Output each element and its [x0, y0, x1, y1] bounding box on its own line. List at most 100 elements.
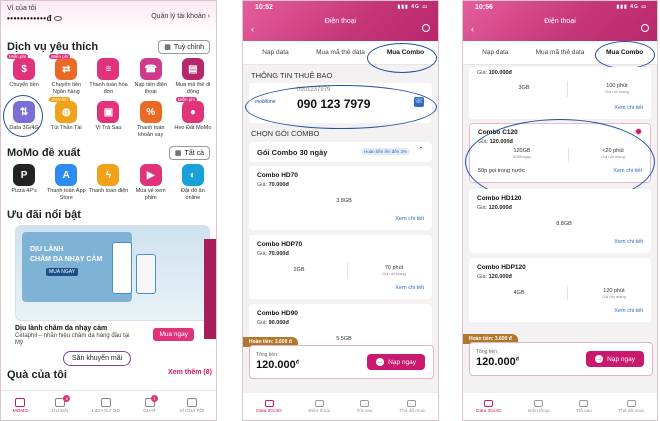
- service-item[interactable]: ▤ Mua mã thẻ di động: [172, 58, 214, 95]
- service-item[interactable]: A Thanh toán App Store: [45, 164, 87, 201]
- buy-now-button[interactable]: Mua ngay: [153, 328, 194, 341]
- service-item[interactable]: ☎ Nạp tiền điện thoại: [130, 58, 172, 95]
- service-item[interactable]: ▣ Ví Trả Sau: [87, 101, 129, 138]
- combo-card[interactable]: Combo HD70 Giá: 70.000đ 3.8GB Xem chi tiết: [249, 166, 432, 230]
- service-item[interactable]: ◐ Đặt đồ ăn online: [172, 164, 214, 201]
- highlight-circle: [367, 43, 437, 73]
- price-label: Giá:: [257, 182, 268, 188]
- combo-card-top[interactable]: Giá: 100.000đ 3GB 100 phút Gọi nội mạng X…: [469, 67, 651, 119]
- status-time: 10:56: [475, 4, 493, 11]
- chevron-up-icon[interactable]: ⌃: [418, 146, 424, 154]
- tab-mua-ma-the-data[interactable]: Mua mã thẻ data: [528, 49, 593, 56]
- eye-icon[interactable]: [54, 16, 62, 22]
- service-item[interactable]: $ Miễn phí Chuyển tiền: [3, 54, 45, 95]
- bottom-tab-label: Data 3G/4G: [256, 408, 282, 414]
- service-label: Mua mã thẻ di động: [175, 82, 211, 95]
- history-icon[interactable]: [641, 24, 649, 32]
- bottom-tab-3[interactable]: Thẻ đã mua: [399, 399, 425, 414]
- service-label: Túi Thần Tài: [50, 125, 82, 131]
- service-item[interactable]: ▶ Mua vé xem phim: [130, 164, 172, 201]
- highlight-circle: [3, 95, 43, 137]
- service-label: Chuyển tiền Ngân hàng: [51, 82, 81, 95]
- combo-group-header[interactable]: Gói Combo 30 ngày Hoàn tiền lên đến 3% ⌃: [249, 142, 432, 162]
- service-label: Nạp tiền điện thoại: [134, 82, 167, 95]
- combo-price: Giá: 100.000đ: [477, 70, 512, 76]
- bottom-tab-2[interactable]: Trả sau: [576, 399, 592, 414]
- combo-data: 3GB: [518, 85, 530, 91]
- nav-label: CHAT: [143, 408, 156, 414]
- bottom-tab-1[interactable]: Điện thoại: [528, 399, 550, 414]
- bottom-tab-3[interactable]: Thẻ đã mua: [618, 399, 644, 414]
- pay-button[interactable]: → Nạp ngay: [367, 354, 425, 370]
- promo-store-button[interactable]: Săn khuyến mãi: [63, 351, 132, 366]
- next-banner-peek[interactable]: [204, 239, 216, 339]
- bottom-tab-0[interactable]: Data 3G/4G: [256, 399, 282, 414]
- nav-item-2[interactable]: LỊCH SỬ GD: [92, 397, 120, 414]
- service-item[interactable]: ⇄ Miễn phí Chuyển tiền Ngân hàng: [45, 54, 87, 95]
- combo-name: Combo HD90: [257, 310, 298, 317]
- service-label: Heo Đất MoMo: [174, 125, 212, 131]
- combo-price: Giá: 70.000đ: [257, 182, 289, 188]
- see-more-link[interactable]: Xem thêm (8): [168, 369, 212, 381]
- back-arrow-icon[interactable]: ‹: [251, 24, 254, 34]
- see-detail-link[interactable]: Xem chi tiết: [614, 308, 643, 314]
- minutes-sub: Gọi nội mạng: [382, 271, 406, 276]
- tab-mua-ma-the-data[interactable]: Mua mã thẻ data: [308, 49, 373, 56]
- nav-item-4[interactable]: VÍ CỦA TÔI: [179, 397, 204, 414]
- manage-account-link[interactable]: Quản lý tài khoản ›: [151, 13, 210, 20]
- nav-item-1[interactable]: 8 ƯU ĐÃI: [52, 394, 71, 414]
- momo-home-screen: Ví của tôi ••••••••••••đ Quản lý tài kho…: [0, 0, 217, 421]
- nav-item-3[interactable]: 1 CHAT: [143, 394, 158, 414]
- bottom-tab-0[interactable]: Data 3G/4G: [476, 399, 502, 414]
- service-label: Thanh toán điện: [88, 188, 129, 194]
- divider: [567, 286, 568, 300]
- bottom-tab-1[interactable]: Điện thoại: [308, 399, 330, 414]
- bottom-tab-label: Điện thoại: [528, 408, 550, 414]
- tab-icon: [407, 399, 417, 407]
- service-item[interactable]: ● Miễn phí Heo Đất MoMo: [172, 97, 214, 138]
- see-detail-link[interactable]: Xem chi tiết: [614, 105, 643, 111]
- see-all-button[interactable]: ▦ Tất cả: [168, 146, 210, 160]
- promo-banner[interactable]: DỊU LÀNH CHĂM DA NHẠY CẢM MUA NGAY: [15, 225, 210, 321]
- deal-subtitle: Cetaphil – nhãn hiệu chăm da hàng đầu tạ…: [15, 333, 130, 346]
- customize-button[interactable]: ▦ Tuỳ chỉnh: [158, 40, 210, 54]
- status-icons: ▮▮▮ 4G ▭: [397, 4, 428, 10]
- divider: [347, 263, 348, 277]
- cashback-badge: Hoàn tiền lên đến 3%: [361, 148, 411, 155]
- tab-nap-data[interactable]: Nạp data: [243, 49, 308, 56]
- pizza-icon: P: [13, 164, 36, 186]
- see-detail-link[interactable]: Xem chi tiết: [395, 216, 424, 222]
- nav-item-0[interactable]: MOMO: [13, 397, 28, 414]
- see-detail-link[interactable]: Xem chi tiết: [395, 285, 424, 291]
- product-bottle-image: [112, 242, 132, 294]
- price-value: 70.000đ: [268, 251, 289, 257]
- service-item[interactable]: ≡ Thanh toán hóa đơn: [87, 58, 129, 95]
- history-icon[interactable]: [422, 24, 430, 32]
- wallet-label: Ví của tôi: [7, 5, 37, 12]
- combo-name: Combo HD120: [477, 195, 522, 202]
- see-detail-link[interactable]: Xem chi tiết: [614, 239, 643, 245]
- tab-nap-data[interactable]: Nạp data: [463, 49, 528, 56]
- service-item[interactable]: ◍ 2%/năm Túi Thần Tài: [45, 97, 87, 138]
- product-bottle-image: [136, 254, 156, 294]
- status-icons: ▮▮▮ 4G ▭: [616, 4, 647, 10]
- total-label: Tổng tiền:: [256, 352, 279, 358]
- divider: [567, 81, 568, 97]
- service-item[interactable]: P Pizza 4P's: [3, 164, 45, 201]
- combo-screen-1: 10:52 ▮▮▮ 4G ▭ ‹ Điện thoại Nạp data Mua …: [242, 0, 439, 421]
- combo-card[interactable]: Combo HD120 Giá: 120.000đ 8.8GB Xem chi tiế…: [469, 189, 651, 253]
- service-tag: Miễn phí: [175, 97, 198, 102]
- service-label: Ví Trả Sau: [95, 125, 122, 131]
- combo-card[interactable]: Combo HDP120 Giá: 120.000đ 4GB 120 phút Gọi …: [469, 258, 651, 322]
- service-item[interactable]: % Thanh toán khoản vay: [130, 101, 172, 138]
- combo-card[interactable]: Combo HDP70 Giá: 70.000đ 2GB 70 phút Gọi nội…: [249, 235, 432, 299]
- minutes-sub: Gọi nội mạng: [602, 294, 626, 299]
- header: 10:56 ▮▮▮ 4G ▭ ‹ Điện thoại: [463, 1, 657, 41]
- service-item[interactable]: ϟ Thanh toán điện: [87, 164, 129, 201]
- bottom-tab-2[interactable]: Trả sau: [357, 399, 373, 414]
- selected-radio-icon[interactable]: [635, 128, 642, 135]
- back-arrow-icon[interactable]: ‹: [471, 24, 474, 34]
- card-icon: ▤: [181, 58, 204, 80]
- service-tag: Miễn phí: [7, 54, 29, 59]
- pay-button[interactable]: → Nạp ngay: [586, 351, 644, 367]
